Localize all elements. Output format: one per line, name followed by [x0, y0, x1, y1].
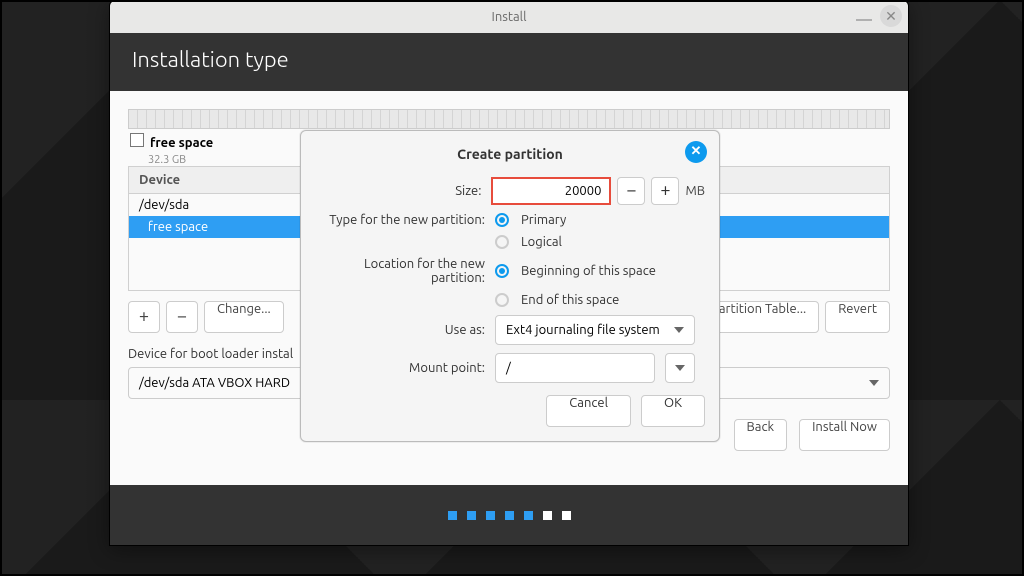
cancel-button[interactable]: Cancel	[546, 395, 631, 427]
window-titlebar: Install ✕	[110, 1, 908, 33]
chevron-down-icon	[675, 365, 685, 371]
size-decrement-button[interactable]: −	[617, 177, 645, 205]
window-title: Install	[492, 10, 527, 24]
create-partition-dialog: Create partition ✕ Size: − + MB Type for…	[300, 130, 720, 442]
partition-type-label: Type for the new partition:	[315, 213, 495, 227]
useas-select[interactable]: Ext4 journaling file system	[495, 315, 695, 345]
chevron-down-icon	[674, 327, 684, 333]
radio-end[interactable]	[495, 293, 509, 307]
progress-dots	[110, 485, 908, 545]
page-title: Installation type	[110, 33, 908, 91]
minimize-icon[interactable]	[856, 19, 872, 21]
step-dot	[505, 511, 514, 520]
size-label: Size:	[315, 184, 491, 198]
step-dot	[467, 511, 476, 520]
location-label: Location for the new partition:	[315, 257, 495, 285]
step-dot	[524, 511, 533, 520]
radio-beginning[interactable]	[495, 264, 509, 278]
size-input[interactable]	[491, 177, 611, 205]
mountpoint-dropdown[interactable]	[665, 353, 695, 383]
size-unit: MB	[685, 184, 705, 198]
radio-logical[interactable]	[495, 235, 509, 249]
step-dot	[543, 511, 552, 520]
close-icon[interactable]: ✕	[880, 5, 902, 27]
revert-button[interactable]: Revert	[825, 301, 890, 333]
freespace-label: free space	[150, 136, 213, 150]
radio-primary[interactable]	[495, 213, 509, 227]
mountpoint-input[interactable]: /	[495, 353, 655, 383]
freespace-checkbox[interactable]	[130, 133, 144, 147]
change-button[interactable]: Change...	[204, 301, 284, 333]
mountpoint-label: Mount point:	[315, 361, 495, 375]
dialog-close-icon[interactable]: ✕	[685, 141, 707, 163]
step-dot	[486, 511, 495, 520]
chevron-down-icon	[869, 380, 879, 386]
useas-label: Use as:	[315, 323, 495, 337]
step-dot	[448, 511, 457, 520]
install-now-button[interactable]: Install Now	[799, 419, 890, 451]
dialog-title: Create partition	[457, 146, 563, 162]
size-increment-button[interactable]: +	[651, 177, 679, 205]
step-dot	[562, 511, 571, 520]
disk-usage-bar[interactable]	[128, 109, 890, 129]
remove-partition-button[interactable]: −	[166, 301, 198, 333]
back-button[interactable]: Back	[734, 419, 788, 451]
ok-button[interactable]: OK	[641, 395, 705, 427]
add-partition-button[interactable]: +	[128, 301, 160, 333]
